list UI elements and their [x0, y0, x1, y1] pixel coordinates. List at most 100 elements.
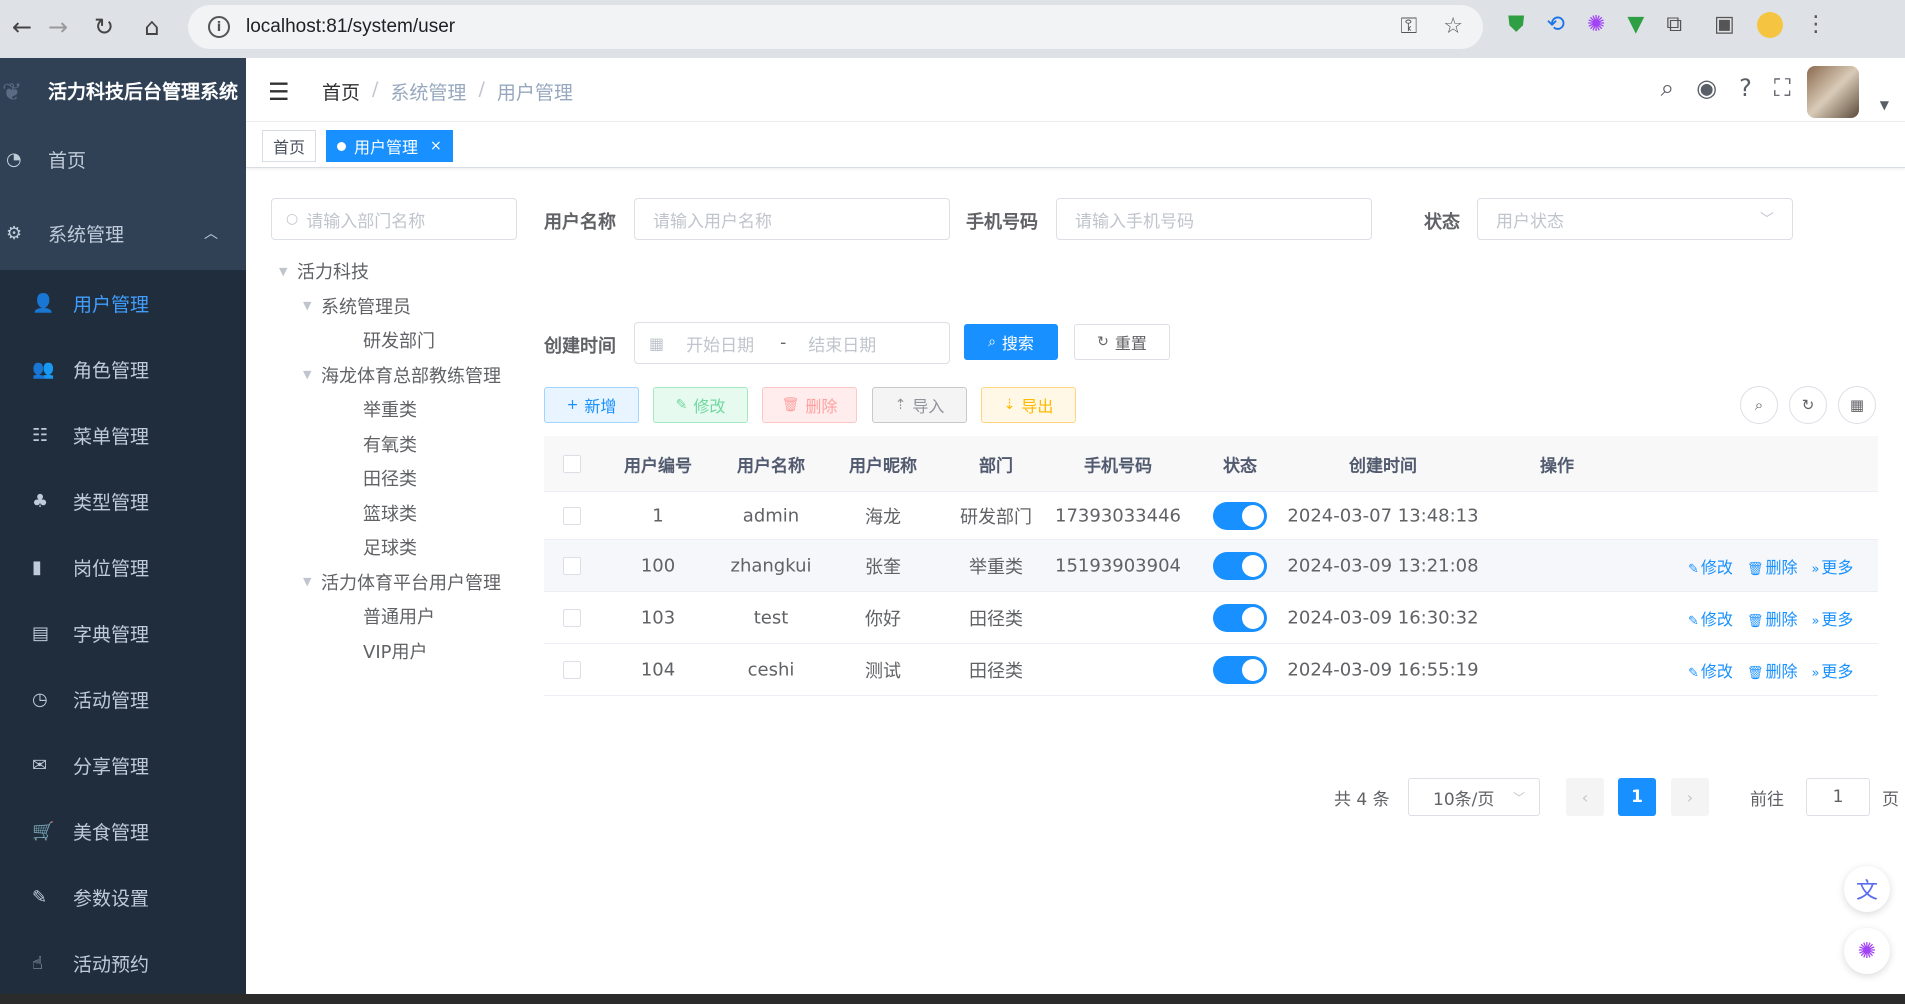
import-button[interactable]: ⇡ 导入 — [872, 387, 967, 423]
github-icon[interactable]: ◉ — [1696, 74, 1717, 102]
refresh-button[interactable]: ↻ — [1789, 386, 1827, 424]
sidebar-logo[interactable]: ❦ 活力科技后台管理系统 — [0, 58, 246, 122]
export-button[interactable]: ⇣ 导出 — [981, 387, 1076, 423]
tree-node[interactable]: ▼ 海龙体育总部教练管理 — [271, 358, 521, 393]
status-switch[interactable] — [1213, 501, 1267, 530]
tag-user-management[interactable]: 用户管理 × — [326, 130, 453, 162]
row-delete-link[interactable]: 🗑 删除 — [1747, 554, 1798, 578]
page-number-current[interactable]: 1 — [1618, 778, 1656, 816]
sidebar-item-home[interactable]: ◔ 首页 — [0, 122, 246, 196]
columns-button[interactable]: ▦ — [1838, 386, 1876, 424]
translate-extension-icon[interactable]: ⟲ — [1547, 12, 1565, 38]
sidebar-item-0[interactable]: 👤 用户管理 — [0, 270, 246, 336]
question-icon[interactable]: ? — [1739, 74, 1752, 102]
caret-down-icon[interactable]: ▼ — [279, 265, 297, 278]
next-page-button[interactable]: › — [1671, 778, 1709, 816]
star-icon[interactable]: ☆ — [1443, 14, 1463, 39]
search-button[interactable]: ⌕ 搜索 — [964, 324, 1058, 360]
sidebar-item-6[interactable]: ◷ 活动管理 — [0, 666, 246, 732]
date-range-picker[interactable]: ▦ 开始日期 - 结束日期 — [634, 322, 950, 364]
sidebar-item-4[interactable]: ▮ 岗位管理 — [0, 534, 246, 600]
sidebar-item-system[interactable]: ⚙ 系统管理 ︿ — [0, 196, 246, 270]
key-icon[interactable]: ⚿ — [1401, 14, 1418, 39]
dept-search-input[interactable]: ○ 请输入部门名称 — [271, 198, 517, 240]
phone-input[interactable]: 请输入手机号码 — [1056, 198, 1372, 240]
translate-float-icon[interactable]: 文 — [1844, 866, 1890, 912]
row-checkbox[interactable] — [563, 506, 581, 525]
tree-node[interactable]: 普通用户 — [271, 599, 521, 634]
row-checkbox[interactable] — [563, 660, 581, 679]
vue-extension-icon[interactable]: ▼ — [1627, 12, 1644, 38]
fullscreen-icon[interactable]: ⛶ — [1774, 74, 1791, 102]
tree-node[interactable]: 足球类 — [271, 530, 521, 565]
sidebar-item-5[interactable]: ▤ 字典管理 — [0, 600, 246, 666]
row-more-link[interactable]: » 更多 — [1811, 658, 1853, 682]
avatar[interactable] — [1807, 66, 1859, 118]
tree-node[interactable]: 举重类 — [271, 392, 521, 427]
breadcrumb-home[interactable]: 首页 — [322, 78, 360, 105]
sidebar-item-9[interactable]: ✎ 参数设置 — [0, 864, 246, 930]
table-row[interactable]: 104 ceshi 测试 田径类 2024-03-09 16:55:19 ✎ 修改 🗑 删除 » 更… — [544, 644, 1878, 696]
reload-icon[interactable]: ↻ — [82, 5, 126, 49]
sidebar-item-8[interactable]: 🛒 美食管理 — [0, 798, 246, 864]
puzzle-icon[interactable]: ⧉ — [1666, 12, 1682, 38]
forward-icon[interactable]: → — [36, 5, 80, 49]
sidebar-item-10[interactable]: ☝ 活动预约 — [0, 930, 246, 996]
row-edit-link[interactable]: ✎ 修改 — [1688, 606, 1733, 630]
add-button[interactable]: + 新增 — [544, 387, 639, 423]
status-switch[interactable] — [1213, 551, 1267, 580]
caret-down-icon[interactable]: ▼ — [1880, 98, 1889, 112]
address-bar[interactable]: i localhost:81/system/user ⚿ ☆ — [188, 5, 1483, 49]
row-delete-link[interactable]: 🗑 删除 — [1747, 658, 1798, 682]
row-delete-link[interactable]: 🗑 删除 — [1747, 606, 1798, 630]
prev-page-button[interactable]: ‹ — [1566, 778, 1604, 816]
status-select[interactable]: 用户状态 ﹀ — [1477, 198, 1793, 240]
page-size-select[interactable]: 10条/页 ﹀ — [1408, 778, 1540, 816]
tag-home[interactable]: 首页 — [262, 130, 317, 162]
sidebar-item-3[interactable]: ♣ 类型管理 — [0, 468, 246, 534]
status-switch[interactable] — [1213, 655, 1267, 684]
caret-down-icon[interactable]: ▼ — [303, 368, 321, 381]
tree-node[interactable]: 田径类 — [271, 461, 521, 496]
tree-node[interactable]: ▼ 活力科技 — [271, 254, 521, 289]
tree-node[interactable]: ▼ 系统管理员 — [271, 289, 521, 324]
close-icon[interactable]: × — [430, 138, 442, 154]
shield-extension-icon[interactable]: ⛊ — [1508, 12, 1525, 38]
sidebar-item-1[interactable]: 👥 角色管理 — [0, 336, 246, 402]
tree-node[interactable]: 研发部门 — [271, 323, 521, 358]
caret-down-icon[interactable]: ▼ — [303, 575, 321, 588]
sidebar-item-7[interactable]: ✉ 分享管理 — [0, 732, 246, 798]
tree-node[interactable]: 篮球类 — [271, 496, 521, 531]
toggle-search-button[interactable]: ⌕ — [1740, 386, 1778, 424]
tree-node[interactable]: ▼ 活力体育平台用户管理 — [271, 565, 521, 600]
row-more-link[interactable]: » 更多 — [1811, 606, 1853, 630]
status-switch[interactable] — [1213, 603, 1267, 632]
site-info-icon[interactable]: i — [208, 16, 230, 38]
reset-button[interactable]: ↻ 重置 — [1074, 324, 1170, 360]
hamburger-icon[interactable]: ☰ — [268, 78, 290, 106]
row-edit-link[interactable]: ✎ 修改 — [1688, 554, 1733, 578]
profile-avatar[interactable] — [1756, 12, 1783, 38]
row-edit-link[interactable]: ✎ 修改 — [1688, 658, 1733, 682]
home-icon[interactable]: ⌂ — [130, 5, 174, 49]
table-row[interactable]: 103 test 你好 田径类 2024-03-09 16:30:32 ✎ 修改 🗑 删除 » 更多 — [544, 592, 1878, 644]
brain-extension-icon[interactable]: ✺ — [1587, 12, 1605, 38]
row-more-link[interactable]: » 更多 — [1811, 554, 1853, 578]
caret-down-icon[interactable]: ▼ — [303, 299, 321, 312]
sidepanel-icon[interactable]: ▣ — [1714, 12, 1735, 38]
tree-node[interactable]: 有氧类 — [271, 427, 521, 462]
more-icon[interactable]: ⋮ — [1805, 12, 1827, 38]
row-checkbox[interactable] — [563, 608, 581, 627]
delete-button[interactable]: 🗑 删除 — [762, 387, 857, 423]
select-all-checkbox[interactable] — [563, 454, 581, 473]
sidebar-item-2[interactable]: ☷ 菜单管理 — [0, 402, 246, 468]
row-checkbox[interactable] — [563, 556, 581, 575]
table-row[interactable]: 100 zhangkui 张奎 举重类 15193903904 2024-03-09 13… — [544, 540, 1878, 592]
username-input[interactable]: 请输入用户名称 — [634, 198, 950, 240]
goto-page-input[interactable]: 1 — [1806, 778, 1870, 816]
table-row[interactable]: 1 admin 海龙 研发部门 17393033446 2024-03-07 13:48:… — [544, 492, 1878, 540]
edit-button[interactable]: ✎ 修改 — [653, 387, 748, 423]
tree-node[interactable]: VIP用户 — [271, 634, 521, 669]
search-icon[interactable]: ⌕ — [1661, 74, 1674, 102]
brain-float-icon[interactable]: ✺ — [1844, 928, 1890, 974]
